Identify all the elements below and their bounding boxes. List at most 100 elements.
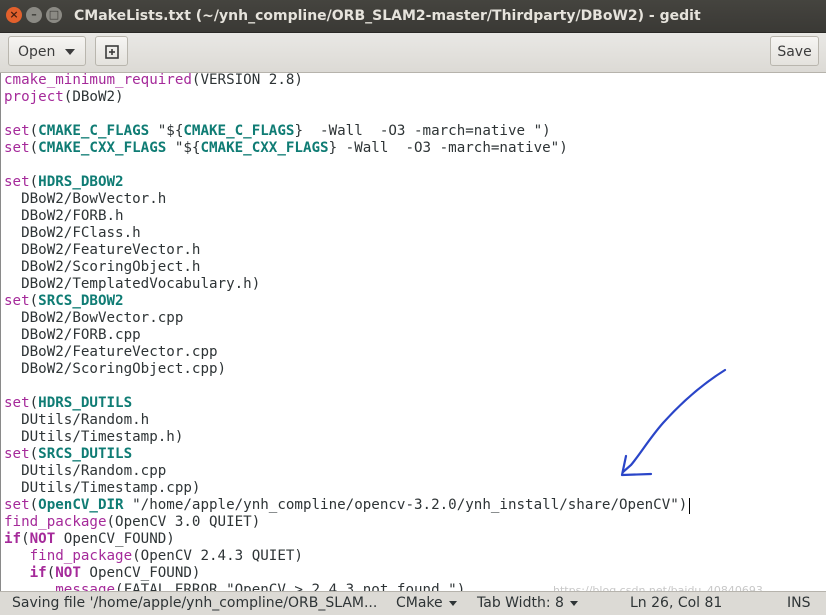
status-bar: Saving file '/home/apple/ynh_compline/OR…: [0, 591, 826, 615]
code-line: DBoW2/FORB.h: [4, 208, 124, 225]
code-line: set(CMAKE_C_FLAGS "${CMAKE_C_FLAGS} -Wal…: [4, 123, 551, 140]
code-token: DUtils/Timestamp.h): [4, 429, 184, 445]
code-token: DBoW2/FClass.h: [4, 225, 141, 241]
window-maximize-button[interactable]: □: [46, 7, 62, 23]
code-token: (: [29, 395, 39, 411]
code-line: DUtils/Random.cpp: [4, 463, 166, 480]
code-token: find_package: [29, 548, 133, 564]
code-token: cmake_minimum_required: [4, 73, 192, 88]
new-tab-icon: [104, 45, 119, 59]
code-line: DBoW2/FORB.cpp: [4, 327, 141, 344]
tab-width-label: Tab Width: 8: [477, 595, 564, 611]
code-token: CMAKE_CXX_FLAGS: [38, 140, 167, 156]
code-token: (: [29, 140, 39, 156]
chevron-down-icon: [569, 600, 578, 606]
code-line: message(FATAL_ERROR "OpenCV > 2.4.3 not …: [4, 582, 465, 591]
code-line: set(SRCS_DUTILS: [4, 446, 132, 463]
code-token: DUtils/Random.h: [4, 412, 150, 428]
code-line: DUtils/Timestamp.h): [4, 429, 183, 446]
open-button-label: Open: [18, 44, 56, 60]
code-line: DBoW2/ScoringObject.cpp): [4, 361, 226, 378]
code-line: project(DBoW2): [4, 89, 124, 106]
code-line: set(OpenCV_DIR "/home/apple/ynh_compline…: [4, 497, 687, 514]
code-token: DUtils/Timestamp.cpp): [4, 480, 201, 496]
window-minimize-button[interactable]: –: [26, 7, 42, 23]
code-token: NOT: [55, 565, 81, 581]
code-token: (VERSION 2.8): [191, 73, 303, 88]
new-tab-button[interactable]: [95, 36, 128, 66]
code-line: DBoW2/FClass.h: [4, 225, 141, 242]
code-token: (: [29, 446, 39, 462]
code-token: DBoW2/FeatureVector.h: [4, 242, 201, 258]
code-token: "${: [166, 140, 201, 156]
code-token: OpenCV_DIR: [38, 497, 124, 513]
code-token: OpenCV_FOUND): [55, 531, 175, 547]
code-token: CMAKE_C_FLAGS: [183, 123, 295, 139]
save-status: Saving file '/home/apple/ynh_compline/OR…: [12, 595, 378, 611]
code-token: DBoW2/ScoringObject.cpp): [4, 361, 227, 377]
code-token: SRCS_DUTILS: [38, 446, 133, 462]
annotation-arrow-line: [621, 368, 727, 474]
code-token: if: [4, 531, 22, 547]
code-token: } -Wall -O3 -march=native"): [328, 140, 568, 156]
code-line: DBoW2/BowVector.h: [4, 191, 166, 208]
code-line: DUtils/Random.h: [4, 412, 149, 429]
code-line: set(HDRS_DUTILS: [4, 395, 132, 412]
open-button[interactable]: Open: [8, 36, 86, 66]
code-token: message: [55, 582, 116, 591]
window-close-button[interactable]: ×: [6, 7, 22, 23]
code-line: DBoW2/FeatureVector.h: [4, 242, 200, 259]
code-line: cmake_minimum_required(VERSION 2.8): [4, 73, 303, 89]
code-token: HDRS_DBOW2: [38, 174, 124, 190]
language-selector[interactable]: CMake: [396, 592, 457, 615]
code-token: set: [4, 395, 30, 411]
code-token: set: [4, 446, 30, 462]
code-token: DUtils/Random.cpp: [4, 463, 167, 479]
code-line: find_package(OpenCV 2.4.3 QUIET): [4, 548, 303, 565]
code-line: if(NOT OpenCV_FOUND): [4, 531, 175, 548]
window-title: CMakeLists.txt (~/ynh_compline/ORB_SLAM2…: [74, 8, 701, 24]
annotation-arrow-head: [620, 454, 653, 477]
code-token: find_package: [4, 514, 107, 530]
code-token: SRCS_DBOW2: [38, 293, 124, 309]
code-line: find_package(OpenCV 3.0 QUIET): [4, 514, 260, 531]
code-token: "${: [149, 123, 184, 139]
text-cursor: [689, 498, 691, 514]
language-label: CMake: [396, 595, 443, 611]
insert-mode: INS: [787, 595, 811, 611]
code-line: DBoW2/FeatureVector.cpp: [4, 344, 217, 361]
code-token: (OpenCV 3.0 QUIET): [106, 514, 261, 530]
code-token: } -Wall -O3 -march=native "): [294, 123, 551, 139]
code-token: if: [29, 565, 47, 581]
chevron-down-icon: [65, 49, 75, 55]
save-button[interactable]: Save: [770, 36, 819, 66]
code-line: DUtils/Timestamp.cpp): [4, 480, 200, 497]
code-line: DBoW2/ScoringObject.h: [4, 259, 200, 276]
code-line: DBoW2/BowVector.cpp: [4, 310, 183, 327]
code-token: (FATAL_ERROR "OpenCV > 2.4.3 not found."…: [115, 582, 466, 591]
code-token: (: [29, 123, 39, 139]
code-line: set(HDRS_DBOW2: [4, 174, 124, 191]
code-line: DBoW2/TemplatedVocabulary.h): [4, 276, 260, 293]
cursor-position: Ln 26, Col 81: [630, 595, 723, 611]
code-token: DBoW2/BowVector.h: [4, 191, 167, 207]
code-token: HDRS_DUTILS: [38, 395, 133, 411]
text-editor[interactable]: cmake_minimum_required(VERSION 2.8) proje…: [0, 73, 826, 591]
code-token: "/home/apple/ynh_compline/opencv-3.2.0/y…: [123, 497, 688, 513]
code-token: (: [29, 293, 39, 309]
code-line: if(NOT OpenCV_FOUND): [4, 565, 201, 582]
code-token: (: [29, 174, 39, 190]
code-line: set(CMAKE_CXX_FLAGS "${CMAKE_CXX_FLAGS} …: [4, 140, 568, 157]
code-token: CMAKE_C_FLAGS: [38, 123, 150, 139]
code-token: CMAKE_CXX_FLAGS: [200, 140, 329, 156]
tab-width-selector[interactable]: Tab Width: 8: [477, 592, 578, 615]
code-token: DBoW2/TemplatedVocabulary.h): [4, 276, 261, 292]
code-token: DBoW2/FORB.h: [4, 208, 124, 224]
code-token: DBoW2/BowVector.cpp: [4, 310, 184, 326]
code-token: NOT: [29, 531, 56, 547]
code-token: set: [4, 293, 30, 309]
code-token: set: [4, 174, 30, 190]
code-token: project: [4, 89, 64, 105]
